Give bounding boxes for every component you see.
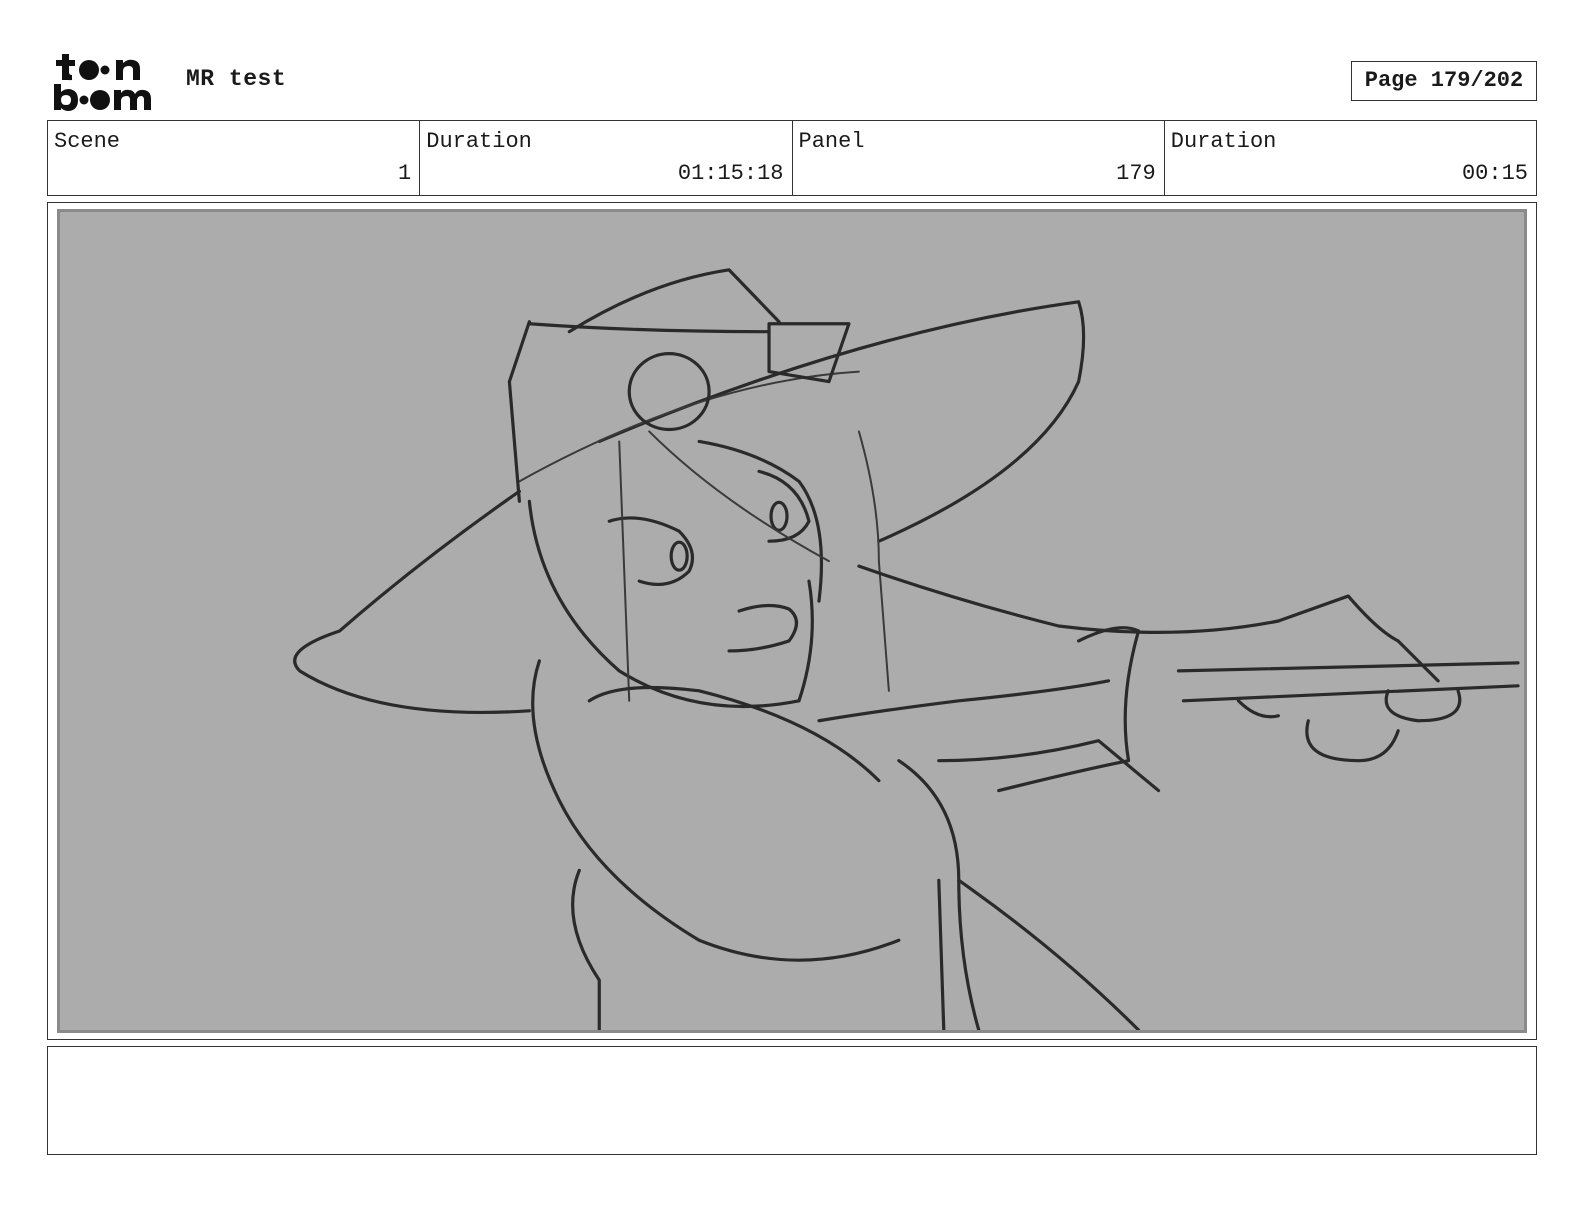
- scene-duration-label: Duration: [426, 129, 532, 154]
- storyboard-panel-frame: [47, 202, 1537, 1040]
- panel-cell: Panel 179: [793, 121, 1165, 195]
- panel-value: 179: [1116, 161, 1156, 186]
- toon-boom-logo: [50, 50, 166, 114]
- scene-cell: Scene 1: [48, 121, 421, 195]
- storyboard-panel-image: [57, 209, 1527, 1033]
- panel-info-table: Scene 1 Duration 01:15:18 Panel 179 Dura…: [47, 120, 1537, 196]
- character-sketch: [293, 268, 1520, 1030]
- panel-notes-box: [47, 1046, 1537, 1155]
- panel-duration-label: Duration: [1170, 129, 1277, 154]
- scene-label: Scene: [54, 129, 121, 154]
- page-counter: Page 179/202: [1351, 61, 1537, 101]
- panel-duration-cell: Duration 00:15: [1165, 121, 1536, 195]
- scene-duration-value: 01:15:18: [677, 161, 784, 186]
- scene-duration-cell: Duration 01:15:18: [420, 121, 793, 195]
- panel-label: Panel: [798, 129, 865, 154]
- project-title: MR test: [186, 66, 287, 92]
- panel-duration-value: 00:15: [1461, 161, 1528, 186]
- scene-value: 1: [398, 161, 412, 186]
